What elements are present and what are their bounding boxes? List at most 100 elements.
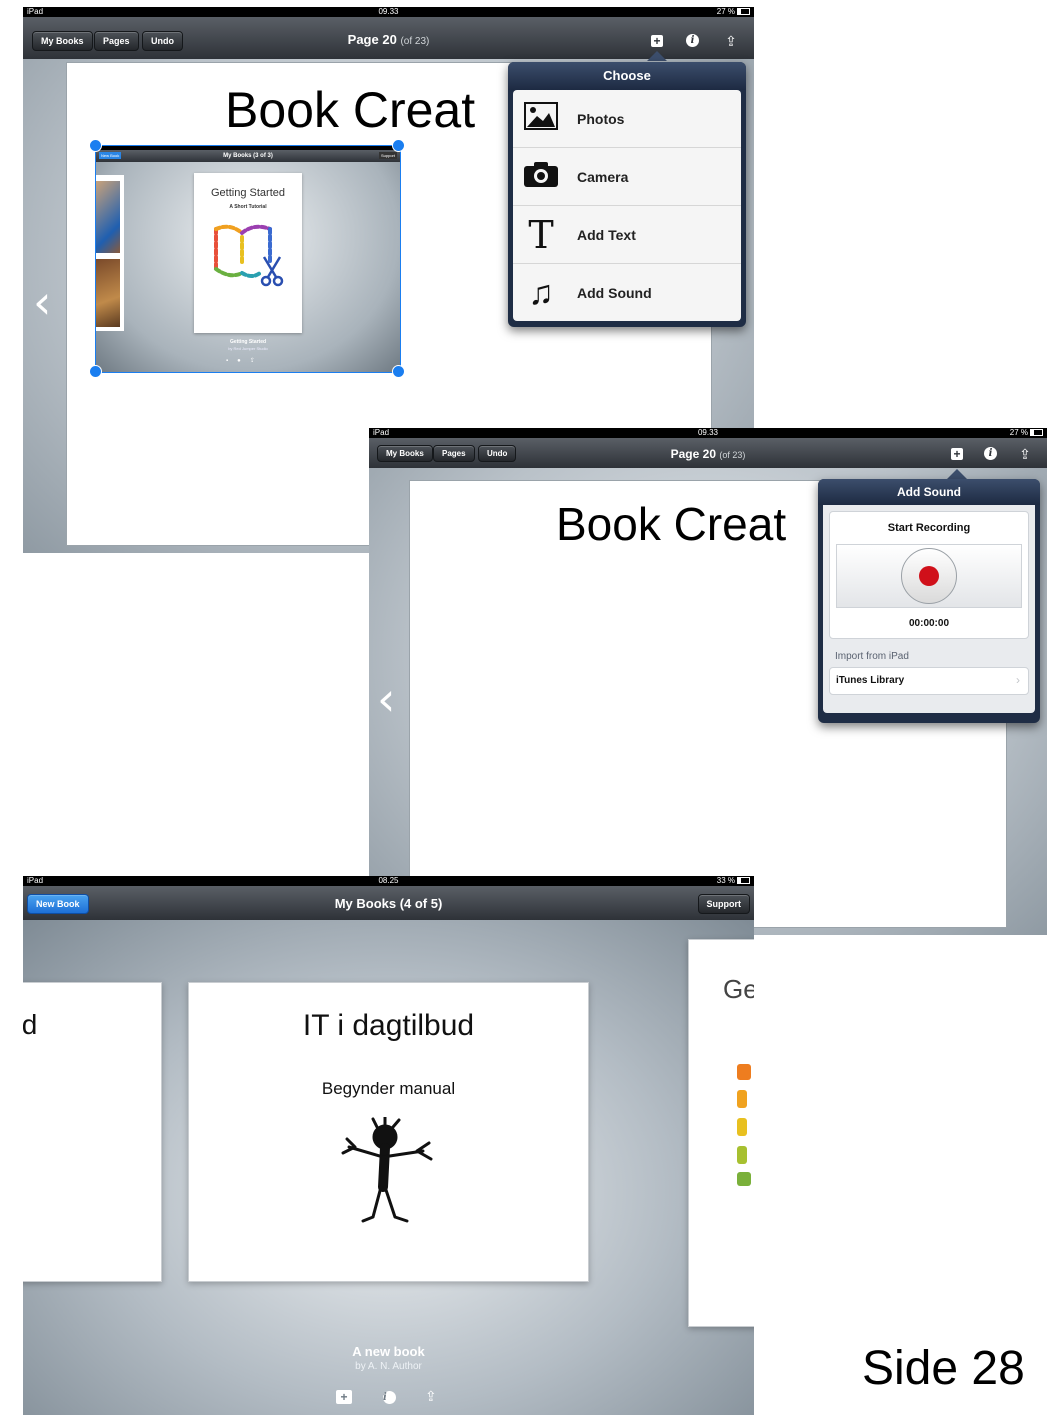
selected-book-author: by A. N. Author <box>355 1361 422 1372</box>
thumb-left-photo-2 <box>96 259 120 327</box>
add-page-button[interactable]: + <box>336 1390 352 1404</box>
share-button[interactable]: ⇪ <box>425 1388 437 1405</box>
choose-menu-list: Photos Camera T Add Text ♫ Add Sound <box>513 90 741 321</box>
thumb-support-button: Support <box>378 152 397 159</box>
right-book-title-fragment: Ge <box>723 974 754 1004</box>
popover-arrow <box>647 51 667 61</box>
logo-dash-lime <box>737 1146 747 1164</box>
chevron-right-icon: › <box>1016 673 1020 687</box>
book-creator-logo-icon <box>214 224 284 287</box>
menu-item-label: Add Sound <box>577 285 652 301</box>
top-toolbar: My Books Pages Undo Page 20 (of 23) + i … <box>369 438 1047 469</box>
page-count: (of 23) <box>400 36 430 47</box>
photos-icon <box>523 102 559 136</box>
resize-handle-top-left[interactable] <box>89 139 102 152</box>
battery-icon <box>737 8 750 16</box>
itunes-library-row[interactable]: iTunes Library › <box>829 667 1029 695</box>
status-time: 09.33 <box>697 428 719 437</box>
info-button[interactable]: i <box>983 446 999 462</box>
previous-page-chevron-icon[interactable]: ‹ <box>377 672 395 726</box>
status-bar: iPad 09.33 27 % <box>369 428 1047 438</box>
popover-arrow <box>947 469 967 479</box>
screenshot-my-books: iPad 08.25 33 % New Book My Books (4 of … <box>23 876 754 1415</box>
inserted-screenshot-image[interactable]: New Book My Books (3 of 3) Support Getti… <box>95 145 401 373</box>
status-bar: iPad 08.25 33 % <box>23 876 754 886</box>
thumb-bottom-icons: ▪●⇪ <box>226 358 264 364</box>
start-recording-label: Start Recording <box>887 522 971 534</box>
book-cover-left[interactable]: ıd .l <box>23 982 162 1282</box>
record-area <box>836 544 1022 608</box>
page-title-text[interactable]: Book Creat <box>225 81 475 139</box>
book-subtitle: Begynder manual <box>321 1079 456 1098</box>
child-drawing-figure-image <box>341 1117 433 1223</box>
thumb-toolbar-title: My Books (3 of 3) <box>223 153 273 159</box>
screenshot-add-sound: iPad 09.33 27 % My Books Pages Undo Page… <box>369 428 1047 935</box>
thumb-caption-title: Getting Started <box>229 339 267 345</box>
plus-icon: + <box>340 1390 348 1404</box>
logo-dash-yellow <box>737 1118 747 1136</box>
menu-item-add-sound[interactable]: ♫ Add Sound <box>513 264 741 321</box>
logo-dash-green <box>737 1172 751 1186</box>
my-books-title: My Books (4 of 5) <box>334 896 443 911</box>
info-icon: i <box>686 34 699 47</box>
menu-item-camera[interactable]: Camera <box>513 148 741 206</box>
info-button[interactable]: i <box>685 33 701 49</box>
info-button[interactable]: i <box>382 1390 397 1405</box>
menu-item-label: Camera <box>577 169 629 185</box>
status-time: 09.33 <box>378 7 399 16</box>
add-sound-popover: Add Sound Start Recording 00:00:00 Impor… <box>818 479 1040 723</box>
recording-box: Start Recording 00:00:00 <box>829 511 1029 639</box>
add-button[interactable]: + <box>949 446 965 462</box>
add-button[interactable]: + <box>649 33 665 49</box>
recording-timer: 00:00:00 <box>908 618 950 629</box>
page-number: Page 20 <box>670 447 716 461</box>
import-section-label: Import from iPad <box>835 651 909 662</box>
battery-label: 27 % <box>1009 428 1028 437</box>
battery-icon <box>1030 429 1043 437</box>
page-title-bar: Page 20 (of 23) <box>23 32 754 47</box>
previous-page-chevron-icon[interactable]: ‹ <box>33 275 51 329</box>
popover-title: Add Sound <box>818 479 1040 505</box>
selected-book-title: A new book <box>352 1344 425 1359</box>
thumb-book-subtitle: A Short Tutorial <box>229 204 267 210</box>
menu-item-add-text[interactable]: T Add Text <box>513 206 741 264</box>
book-title: IT i dagtilbud <box>302 1009 475 1042</box>
left-book-title-fragment: ıd <box>23 1009 38 1040</box>
resize-handle-bottom-left[interactable] <box>89 365 102 378</box>
book-cover-it-i-dagtilbud[interactable]: IT i dagtilbud Begynder manual <box>188 982 589 1282</box>
record-button[interactable] <box>901 548 957 604</box>
battery-icon <box>737 877 750 885</box>
menu-item-label: Add Text <box>577 227 636 243</box>
battery-indicator: 27 % <box>1010 428 1043 438</box>
support-button[interactable]: Support <box>697 894 750 914</box>
music-note-icon: ♫ <box>528 274 554 312</box>
itunes-library-label: iTunes Library <box>836 675 905 686</box>
page-title-text[interactable]: Book Creat <box>556 497 786 551</box>
plus-icon: + <box>951 448 963 460</box>
thumb-caption-author: by Red Jumper Studio <box>228 346 268 351</box>
battery-indicator: 33 % <box>717 876 750 886</box>
battery-label: 27 % <box>716 7 735 16</box>
resize-handle-top-right[interactable] <box>392 139 405 152</box>
plus-icon: + <box>651 35 663 47</box>
popover-title: Choose <box>508 62 746 90</box>
logo-dash-amber <box>737 1090 747 1108</box>
book-cover-right[interactable]: Ge <box>688 939 754 1327</box>
page-title-bar: Page 20 (of 23) <box>369 447 1047 461</box>
share-button[interactable]: ⇪ <box>723 33 739 49</box>
text-icon: T <box>528 213 554 257</box>
battery-indicator: 27 % <box>717 7 750 17</box>
info-icon: i <box>984 447 997 460</box>
battery-label: 33 % <box>716 876 735 885</box>
menu-item-photos[interactable]: Photos <box>513 90 741 148</box>
camera-icon <box>523 160 559 194</box>
share-icon: ⇪ <box>425 1388 437 1404</box>
logo-dash-orange <box>737 1064 751 1080</box>
thumb-toolbar: New Book My Books (3 of 3) Support <box>96 150 400 162</box>
resize-handle-bottom-right[interactable] <box>392 365 405 378</box>
status-bar: iPad 09.33 27 % <box>23 7 754 17</box>
info-icon: i <box>383 1391 396 1404</box>
status-time: 08.25 <box>378 876 399 885</box>
page-number-label: Side 28 <box>862 1342 1025 1395</box>
share-button[interactable]: ⇪ <box>1017 446 1033 462</box>
